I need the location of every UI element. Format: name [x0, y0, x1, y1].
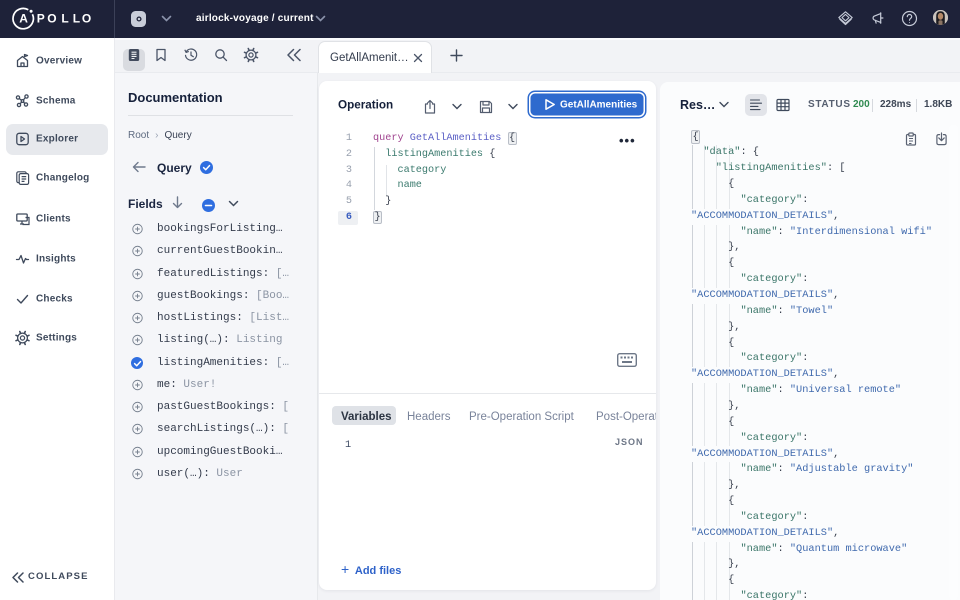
svg-text:A: A — [19, 11, 28, 25]
svg-text:O: O — [82, 11, 91, 25]
svg-text:O: O — [47, 11, 56, 25]
svg-text:L: L — [73, 11, 80, 25]
svg-text:L: L — [61, 11, 68, 25]
svg-text:P: P — [37, 11, 45, 25]
